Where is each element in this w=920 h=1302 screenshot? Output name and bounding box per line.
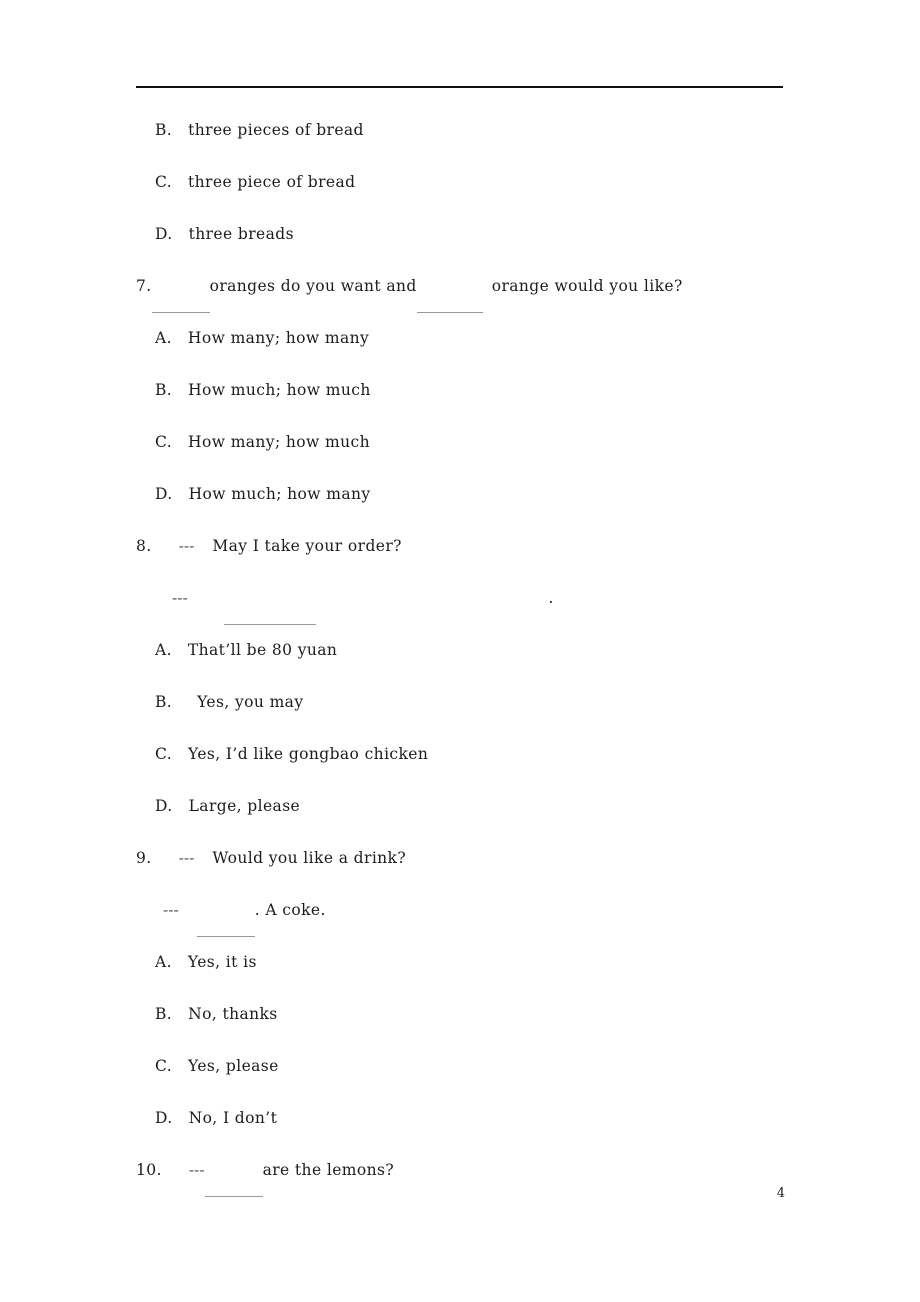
option-label: C. <box>155 745 173 763</box>
option-text: Yes, it is <box>187 953 257 971</box>
document-page: B. three pieces of bread C. three piece of… <box>0 0 920 1302</box>
dialogue-dash: --- <box>178 849 195 867</box>
option-label: D. <box>155 1109 173 1127</box>
sentence-period: . <box>548 589 554 607</box>
option-text: three piece of bread <box>188 173 356 191</box>
option-text: No, I don’t <box>188 1109 278 1127</box>
question-stem-q9: 9. --- Would you like a drink? <box>0 832 920 884</box>
question-stem-text: oranges do you want and <box>209 277 417 295</box>
option-label: A. <box>155 329 172 347</box>
option-row: D. three breads <box>0 208 920 260</box>
option-label: D. <box>155 485 173 503</box>
question-number: 9. <box>136 849 152 867</box>
option-row: C. Yes, I’d like gongbao chicken <box>0 728 920 780</box>
question-number: 7. <box>136 277 152 295</box>
option-row: D. Large, please <box>0 780 920 832</box>
option-row: C. Yes, please <box>0 1040 920 1092</box>
option-text: three breads <box>188 225 294 243</box>
answer-blank[interactable]: _ <box>223 572 316 625</box>
option-label: B. <box>155 121 173 139</box>
answer-blank[interactable]: _ <box>416 260 483 313</box>
option-row: B. No, thanks <box>0 988 920 1040</box>
dialogue-dash: --- <box>178 537 195 555</box>
answer-tail-text: . A coke. <box>254 901 326 919</box>
option-text: Yes, I’d like gongbao chicken <box>188 745 429 763</box>
option-text: No, thanks <box>188 1005 278 1023</box>
answer-blank[interactable]: _ <box>196 884 255 937</box>
option-label: B. <box>155 1005 173 1023</box>
option-label: D. <box>155 225 173 243</box>
option-text: Yes, you may <box>197 693 304 711</box>
header-rule <box>136 86 783 88</box>
option-label: C. <box>155 1057 173 1075</box>
option-text: How many; how many <box>187 329 370 347</box>
option-row: B. three pieces of bread <box>0 104 920 156</box>
option-label: D. <box>155 797 173 815</box>
option-text: How many; how much <box>188 433 370 451</box>
question-prompt-text: Would you like a drink? <box>212 849 407 867</box>
dialogue-dash: --- <box>172 589 188 607</box>
question-stem-q8: 8. --- May I take your order? <box>0 520 920 572</box>
option-row: A. How many; how many <box>0 312 920 364</box>
answer-blank[interactable]: _ <box>204 1144 263 1197</box>
option-label: C. <box>155 173 173 191</box>
question-stem-q7: 7._oranges do you want and_orange would … <box>0 260 920 313</box>
question-number: 8. <box>136 537 152 555</box>
option-text: How much; how much <box>188 381 371 399</box>
option-row: D. No, I don’t <box>0 1092 920 1144</box>
option-row: D. How much; how many <box>0 468 920 520</box>
option-row: A. That’ll be 80 yuan <box>0 624 920 676</box>
option-label: B. <box>155 381 173 399</box>
option-text: Yes, please <box>188 1057 279 1075</box>
page-number: 4 <box>776 1186 785 1201</box>
option-text: How much; how many <box>188 485 371 503</box>
question-answer-line-q8: --- _. <box>0 572 920 625</box>
question-stem-text: are the lemons? <box>262 1161 395 1179</box>
answer-blank[interactable]: _ <box>151 260 210 313</box>
option-label: C. <box>155 433 173 451</box>
option-row: B. Yes, you may <box>0 676 920 728</box>
option-label: B. <box>155 693 173 711</box>
option-text: That’ll be 80 yuan <box>187 641 338 659</box>
option-label: A. <box>155 953 172 971</box>
question-prompt-text: May I take your order? <box>212 537 402 555</box>
question-answer-line-q9: --- _. A coke. <box>0 884 920 937</box>
question-number: 10. <box>136 1161 162 1179</box>
document-body: B. three pieces of bread C. three piece of… <box>0 104 920 1197</box>
dialogue-dash: --- <box>188 1161 205 1179</box>
dialogue-dash: --- <box>163 901 179 919</box>
option-row: C. three piece of bread <box>0 156 920 208</box>
option-text: Large, please <box>188 797 301 815</box>
option-row: C. How many; how much <box>0 416 920 468</box>
option-row: B. How much; how much <box>0 364 920 416</box>
option-row: A. Yes, it is <box>0 936 920 988</box>
question-stem-text: orange would you like? <box>491 277 683 295</box>
option-text: three pieces of bread <box>188 121 364 139</box>
option-label: A. <box>155 641 172 659</box>
